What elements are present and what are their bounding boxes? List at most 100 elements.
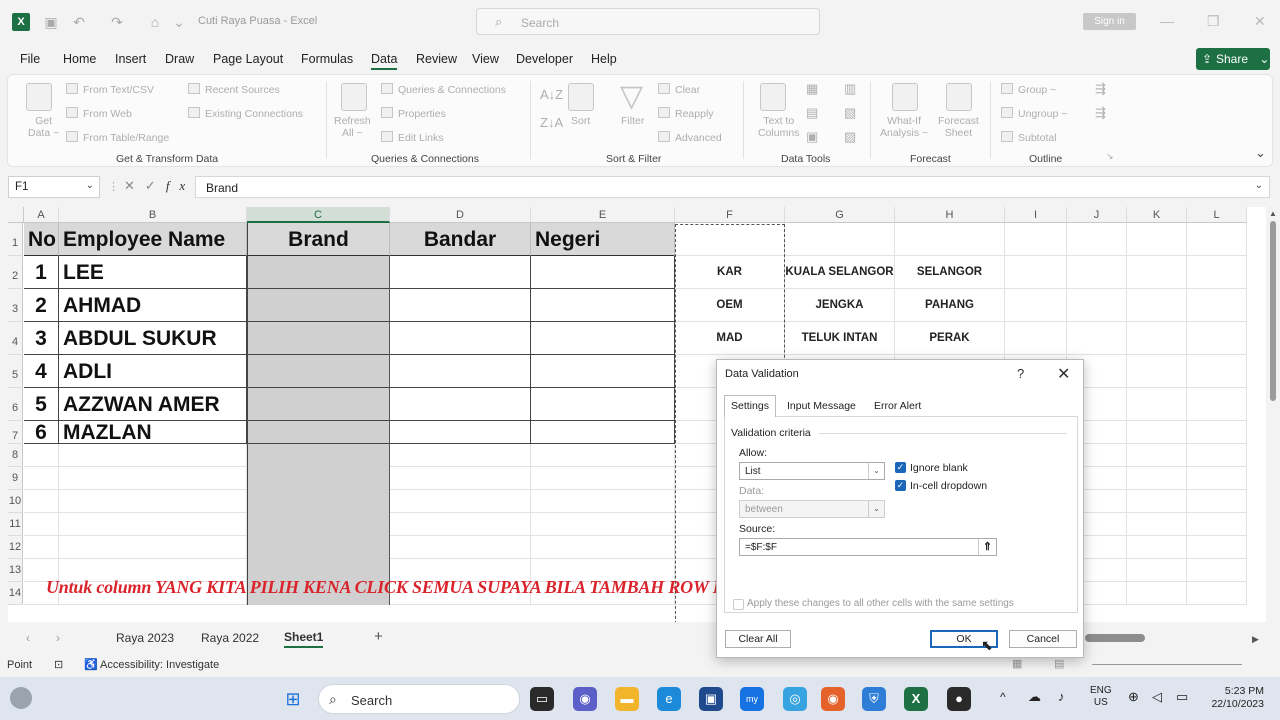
accessibility-status[interactable]: Accessibility: Investigate: [100, 659, 219, 671]
network-icon[interactable]: ⊕: [1128, 689, 1139, 705]
relationships-icon[interactable]: ▧: [844, 105, 856, 121]
sort-descending-icon[interactable]: Z↓A: [540, 115, 563, 130]
row-header-2[interactable]: 2: [8, 256, 23, 289]
grid-cell[interactable]: [1187, 490, 1247, 513]
add-sheet-icon[interactable]: +: [374, 628, 383, 645]
battery-icon[interactable]: ▭: [1176, 689, 1188, 705]
cloud-icon[interactable]: ☁: [1028, 689, 1041, 705]
store-icon[interactable]: ▣: [699, 687, 723, 711]
grid-cell[interactable]: [1187, 582, 1247, 605]
grid-cell[interactable]: [59, 444, 247, 467]
tab-raya-2023[interactable]: Raya 2023: [116, 631, 174, 645]
negeri-cell[interactable]: [531, 256, 675, 289]
no-cell[interactable]: 4: [24, 355, 59, 388]
clock[interactable]: 5:23 PM 22/10/2023: [1200, 685, 1264, 711]
row-header-6[interactable]: 6: [8, 388, 23, 421]
file-explorer-icon[interactable]: ▬: [615, 687, 639, 711]
flash-fill-icon[interactable]: ▦: [806, 81, 818, 97]
edge-browser-icon[interactable]: e: [657, 687, 681, 711]
lookup-bandar-cell[interactable]: JENGKA: [785, 289, 895, 322]
minimize-icon[interactable]: —: [1160, 13, 1174, 29]
data-model-icon[interactable]: ▨: [844, 129, 856, 145]
grid-cell[interactable]: [1005, 289, 1067, 322]
remove-duplicates-icon[interactable]: ▤: [806, 105, 818, 121]
source-input[interactable]: =$F:$F ⇑: [739, 538, 997, 556]
menu-review[interactable]: Review: [416, 52, 457, 66]
cancel-entry-icon[interactable]: ✕: [124, 178, 145, 193]
grid-cell[interactable]: [390, 490, 531, 513]
widgets-icon[interactable]: [10, 687, 32, 709]
show-detail-icon[interactable]: ⇶: [1095, 81, 1106, 97]
allow-select[interactable]: List ⌄: [739, 462, 885, 480]
row-header-13[interactable]: 13: [8, 559, 23, 582]
grid-cell[interactable]: [390, 513, 531, 536]
clear-all-button[interactable]: Clear All: [725, 630, 791, 648]
column-header-j[interactable]: J: [1067, 207, 1127, 223]
what-if-button[interactable]: What-If Analysis ~: [880, 115, 928, 139]
normal-view-icon[interactable]: ▦: [1012, 657, 1022, 670]
grid-cell[interactable]: [1067, 223, 1127, 256]
restore-icon[interactable]: ❐: [1207, 13, 1220, 30]
grid-cell[interactable]: [1187, 421, 1247, 444]
no-cell[interactable]: 3: [24, 322, 59, 355]
zoom-slider[interactable]: [1092, 664, 1242, 665]
ungroup-button[interactable]: Ungroup ~: [1001, 107, 1067, 120]
next-sheet-icon[interactable]: ›: [56, 631, 60, 645]
column-header-h[interactable]: H: [895, 207, 1005, 223]
row-header-11[interactable]: 11: [8, 513, 23, 536]
refresh-all-button[interactable]: Refresh All ~: [334, 115, 371, 139]
menu-draw[interactable]: Draw: [165, 52, 194, 66]
collapse-ribbon-icon[interactable]: ⌄: [1255, 145, 1266, 161]
get-data-button[interactable]: Get Data ~: [28, 115, 59, 139]
column-header-b[interactable]: B: [59, 207, 247, 223]
brand-cell[interactable]: [247, 388, 390, 421]
bandar-cell[interactable]: [390, 289, 531, 322]
menu-insert[interactable]: Insert: [115, 52, 146, 66]
data-validation-icon[interactable]: ▣: [806, 129, 818, 145]
forecast-sheet-button[interactable]: Forecast Sheet: [938, 115, 979, 139]
header-cell-negeri[interactable]: Negeri: [531, 223, 675, 256]
grid-cell[interactable]: [1187, 223, 1247, 256]
brand-cell[interactable]: [247, 256, 390, 289]
column-header-i[interactable]: I: [1005, 207, 1067, 223]
grid-cell[interactable]: [1067, 322, 1127, 355]
collapse-dialog-icon[interactable]: ⇑: [978, 539, 996, 555]
grid-cell[interactable]: [895, 223, 1005, 256]
row-header-14[interactable]: 14: [8, 582, 23, 605]
employee-name-cell[interactable]: ABDUL SUKUR: [59, 322, 247, 355]
undo-icon[interactable]: ↶: [70, 13, 88, 31]
subtotal-button[interactable]: Subtotal: [1001, 131, 1057, 144]
excel-taskbar-icon[interactable]: X: [904, 687, 928, 711]
vertical-scroll-thumb[interactable]: [1270, 221, 1276, 401]
grid-cell[interactable]: [1127, 289, 1187, 322]
sort-ascending-icon[interactable]: A↓Z: [540, 87, 563, 102]
negeri-cell[interactable]: [531, 355, 675, 388]
header-cell-bandar[interactable]: Bandar: [390, 223, 531, 256]
negeri-cell[interactable]: [531, 322, 675, 355]
close-window-icon[interactable]: ✕: [1254, 13, 1266, 30]
grid-cell[interactable]: [531, 444, 675, 467]
grid-cell[interactable]: [1187, 289, 1247, 322]
menu-formulas[interactable]: Formulas: [301, 52, 353, 66]
volume-icon[interactable]: ◁: [1152, 689, 1162, 705]
start-windows-icon[interactable]: ⊞: [281, 687, 305, 711]
grid-cell[interactable]: [1067, 289, 1127, 322]
tab-settings[interactable]: Settings: [724, 395, 776, 417]
column-header-c[interactable]: C: [247, 207, 390, 223]
share-button[interactable]: ⇪ Share ⌄: [1196, 48, 1270, 70]
grid-cell[interactable]: [1187, 536, 1247, 559]
lookup-bandar-cell[interactable]: TELUK INTAN: [785, 322, 895, 355]
microphone-icon[interactable]: ♪: [1058, 689, 1065, 704]
no-cell[interactable]: 5: [24, 388, 59, 421]
task-view-icon[interactable]: ▭: [530, 687, 554, 711]
confirm-entry-icon[interactable]: ✓: [145, 178, 166, 193]
grid-cell[interactable]: [1127, 322, 1187, 355]
taskbar-search-input[interactable]: ⌕ Search: [318, 684, 520, 714]
lookup-negeri-cell[interactable]: PERAK: [895, 322, 1005, 355]
brand-cell[interactable]: [247, 355, 390, 388]
sign-in-button[interactable]: Sign in: [1083, 13, 1136, 30]
grid-cell[interactable]: [24, 490, 59, 513]
security-shield-icon[interactable]: ⛨: [862, 687, 886, 711]
grid-cell[interactable]: [531, 467, 675, 490]
grid-cell[interactable]: [1127, 444, 1187, 467]
